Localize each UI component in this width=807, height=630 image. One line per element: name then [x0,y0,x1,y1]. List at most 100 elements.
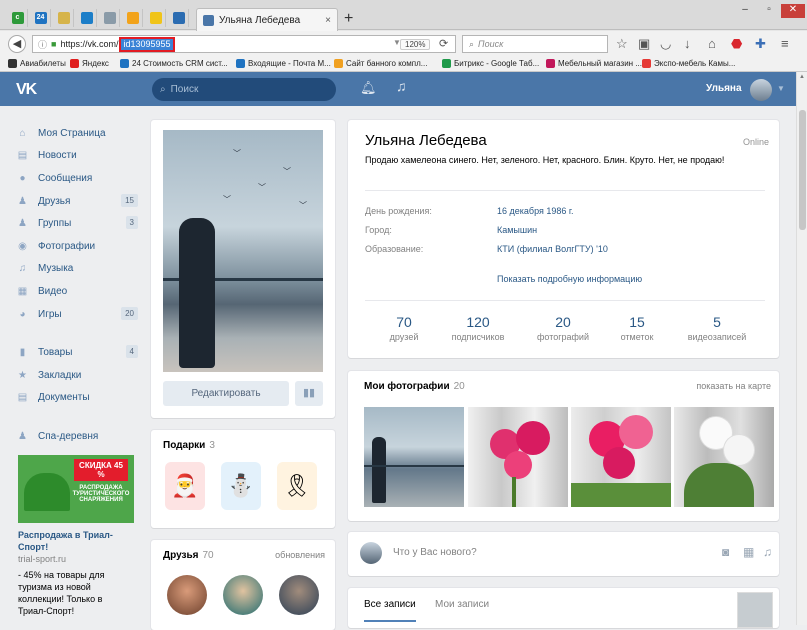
favicon-icon [149,12,162,24]
sidebar-item[interactable]: ♫ Музыка [16,258,138,281]
back-button[interactable]: ◀ [8,35,26,53]
bookmark-item[interactable]: Входящие - Почта М... [236,59,331,68]
sidebar-item[interactable]: ▤ Новости [16,145,138,168]
pocket-icon[interactable]: ◡ [660,36,671,52]
notifications-bell-icon[interactable]: 🔔︎ [360,80,377,96]
friends-updates-link[interactable]: обновления [275,550,325,560]
gifts-header[interactable]: Подарки 3 [163,440,215,451]
sidebar-item[interactable]: ⌂ Моя Страница [16,122,138,145]
bookmark-item[interactable]: Яндекс [70,59,109,68]
scroll-up-icon[interactable]: ▲ [799,74,805,80]
counter-photos[interactable]: 20 фотографий [521,314,605,342]
close-window-button[interactable]: ✕ [781,4,805,18]
address-bar[interactable]: ⓘ ■ https://vk.com/ id13095955 ▼ 120% ⟳ [32,35,456,53]
person-silhouette [179,218,215,368]
my-photos-header[interactable]: Мои фотографии 20 [364,381,465,392]
new-post-input[interactable]: Что у Вас нового? [393,547,477,558]
minimize-button[interactable]: ‒ [733,4,757,18]
counter-videos[interactable]: 5 видеозаписей [675,314,759,342]
sidebar-item[interactable]: ● Сообщения [16,167,138,190]
photo-thumbnail[interactable] [571,407,671,507]
music-player-icon[interactable]: ♫ [396,78,407,94]
header-avatar[interactable] [750,79,772,101]
page-scrollbar[interactable]: ▲ [796,72,807,625]
wall-thumbnail[interactable] [737,592,773,628]
header-user-name[interactable]: Ульяна [706,83,742,94]
friend-avatar[interactable] [223,575,263,615]
photo-thumbnail[interactable] [674,407,774,507]
profile-status[interactable]: Продаю хамелеона синего. Нет, зеленого. … [365,153,765,167]
sidebar-item[interactable]: ◉ Фотографии [16,235,138,258]
friends-header[interactable]: Друзья 70 [163,550,214,561]
info-value-link[interactable]: Камышин [497,225,757,235]
counter-friends[interactable]: 70 друзей [362,314,446,342]
sidebar-item[interactable]: ♟ Спа-деревня [16,425,138,448]
download-icon[interactable]: ↓ [684,36,691,51]
tab-active[interactable]: Ульяна Лебедева × [196,8,338,31]
chevron-down-icon[interactable]: ▼ [777,84,785,93]
reload-icon[interactable]: ⟳ [439,37,448,50]
edit-profile-button[interactable]: Редактировать [163,381,289,406]
photo-thumbnail[interactable] [364,407,464,507]
pinned-tab[interactable] [146,9,166,27]
tab-my-posts[interactable]: Мои записи [435,599,489,610]
pinned-tab[interactable] [77,9,97,27]
info-value-link[interactable]: КТИ (филиал ВолгГТУ) '10 [497,244,757,254]
documents-icon: ▤ [17,392,28,404]
new-tab-button[interactable]: + [344,10,353,28]
home-browser-icon[interactable]: ⌂ [708,36,716,51]
gift-santa[interactable]: 🎅 [165,462,205,510]
star-icon[interactable]: ☆ [616,36,628,52]
sidebar-item[interactable]: ▤ Документы [16,387,138,410]
friend-avatar[interactable] [167,575,207,615]
browser-search-input[interactable]: ⌕ Поиск [462,35,608,53]
scrollbar-thumb[interactable] [799,110,806,230]
tab-all-posts[interactable]: Все записи [364,599,416,622]
video-icon[interactable]: ▦ [743,545,754,559]
vk-logo[interactable]: VK [16,81,37,99]
stats-icon[interactable]: ▮▮ [295,381,323,406]
sidebar-item[interactable]: ♟ Группы 3 [16,212,138,235]
pinned-tab[interactable]: 24 [31,9,51,27]
counter-tags[interactable]: 15 отметок [595,314,679,342]
bookmark-item[interactable]: Авиабилеты [8,59,66,68]
sidebar-item[interactable]: ▦ Видео [16,280,138,303]
bookmark-item[interactable]: 24 Стоимость CRM сист... [120,59,228,68]
sidebar-item[interactable]: ★ Закладки [16,364,138,387]
counter-followers[interactable]: 120 подписчиков [436,314,520,342]
adblock-icon[interactable]: ⬣ [731,36,742,52]
pinned-tab[interactable] [169,9,189,27]
profile-photo[interactable]: ﹀ ﹀ ﹀ ﹀ ﹀ [163,130,323,372]
pinned-tab[interactable]: c [8,9,28,27]
friend-avatar[interactable] [279,575,319,615]
info-icon[interactable]: ⓘ [38,38,47,51]
bookmark-icon [8,59,17,68]
tab-close-icon[interactable]: × [325,15,331,26]
pinned-tab[interactable] [100,9,120,27]
photo-thumbnail[interactable] [468,407,568,507]
info-value-link[interactable]: 16 декабря 1986 г. [497,206,757,216]
camera-icon[interactable]: ◙ [722,545,729,559]
bookmark-item[interactable]: Мебельный магазин ... [546,59,642,68]
pinned-tab[interactable] [54,9,74,27]
show-more-info-link[interactable]: Показать подробную информацию [497,274,642,284]
bookmark-item[interactable]: Сайт банного компл... [334,59,427,68]
clipboard-icon[interactable]: ▣ [638,36,650,52]
pinned-tab[interactable] [123,9,143,27]
sidebar-item[interactable]: ♟ Друзья 15 [16,190,138,213]
ad-banner-image[interactable]: СКИДКА 45 % РАСПРОДАЖА ТУРИСТИЧЕСКОГО СН… [18,455,134,523]
maximize-button[interactable]: ▫ [757,4,781,18]
zoom-indicator[interactable]: 120% [400,39,431,50]
show-on-map-link[interactable]: показать на карте [696,381,771,391]
gift-ribbon[interactable]: 🎗 [277,462,317,510]
bookmark-item[interactable]: Битрикс - Google Таб... [442,59,539,68]
menu-icon[interactable]: ≡ [781,36,789,51]
sidebar-item[interactable]: ◕ Игры 20 [16,303,138,326]
vk-search-input[interactable]: ⌕ Поиск [152,78,336,101]
ad-title-link[interactable]: Распродажа в Триал-Спорт! [18,529,128,553]
bookmark-item[interactable]: Экспо-мебель Камы... [642,59,735,68]
extension-icon[interactable]: ✚ [755,36,766,52]
gift-snowman[interactable]: ⛄ [221,462,261,510]
music-icon[interactable]: ♫ [763,545,772,559]
sidebar-item[interactable]: ▮ Товары 4 [16,341,138,364]
